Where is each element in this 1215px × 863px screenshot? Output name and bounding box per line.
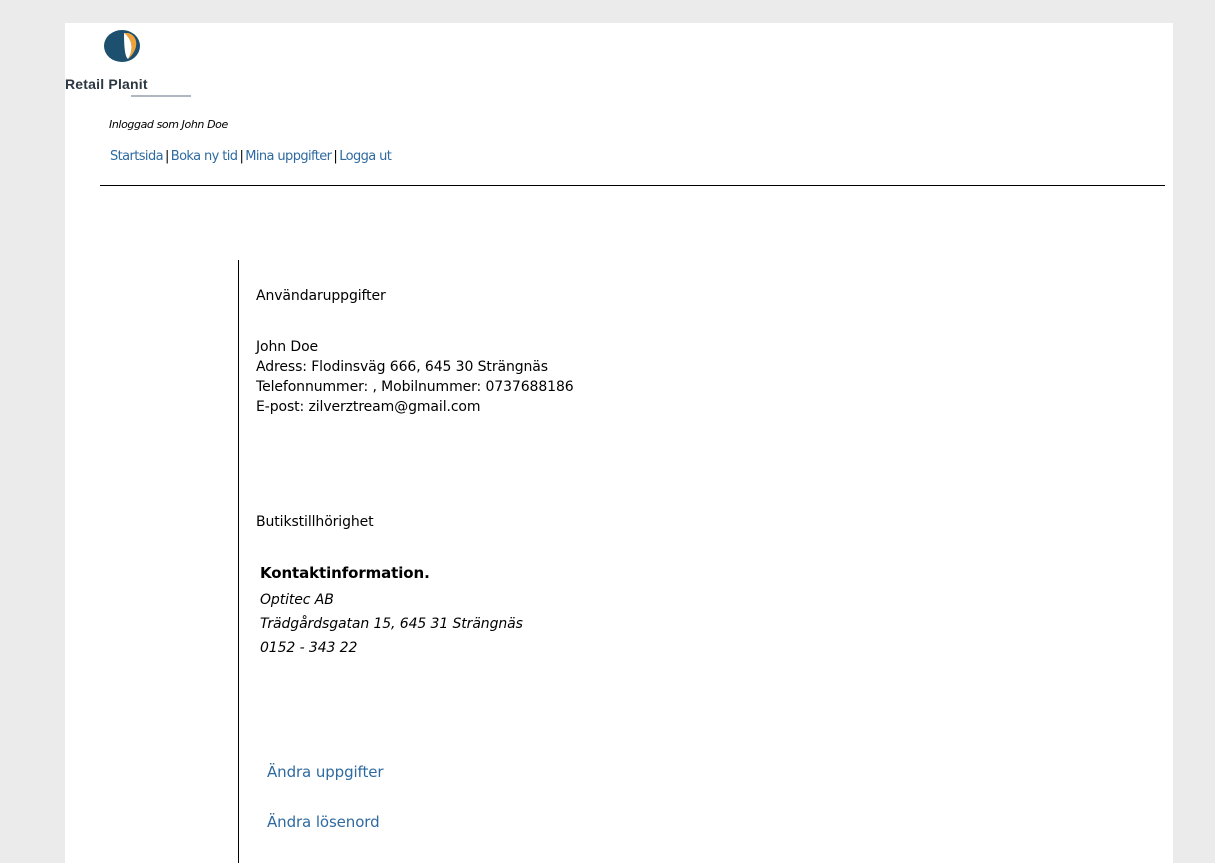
edit-details-link[interactable]: Ändra uppgifter bbox=[267, 763, 384, 781]
contact-heading: Kontaktinformation. bbox=[260, 564, 430, 582]
nav-link-startsida[interactable]: Startsida bbox=[110, 149, 164, 164]
content-left-border bbox=[238, 260, 239, 863]
user-email: E-post: zilverztream@gmail.com bbox=[256, 399, 481, 415]
logo-icon bbox=[104, 30, 140, 62]
user-details: John Doe Adress: Flodinsväg 666, 645 30 … bbox=[256, 337, 574, 417]
store-contact: Kontaktinformation. Optitec AB Trädgårds… bbox=[260, 564, 523, 660]
user-section-title: Användaruppgifter bbox=[256, 288, 386, 304]
user-phone: Telefonnummer: , Mobilnummer: 0737688186 bbox=[256, 379, 574, 395]
logo-text: Retail Planit bbox=[65, 76, 148, 92]
page-container: Retail Planit Inloggad som John Doe Star… bbox=[65, 23, 1173, 863]
nav-link-logga-ut[interactable]: Logga ut bbox=[339, 149, 392, 164]
store-phone: 0152 - 343 22 bbox=[260, 640, 358, 656]
brand-logo[interactable]: Retail Planit bbox=[65, 23, 205, 103]
nav-link-mina-uppgifter[interactable]: Mina uppgifter bbox=[245, 149, 332, 164]
user-name: John Doe bbox=[256, 339, 319, 355]
main-nav: Startsida | Boka ny tid | Mina uppgifter | Log… bbox=[110, 149, 392, 164]
nav-separator: | bbox=[333, 149, 338, 164]
header-divider bbox=[100, 185, 1165, 186]
change-password-link[interactable]: Ändra lösenord bbox=[267, 813, 380, 831]
user-address: Adress: Flodinsväg 666, 645 30 Strängnäs bbox=[256, 359, 548, 375]
store-address: Trädgårdsgatan 15, 645 31 Strängnäs bbox=[260, 616, 523, 632]
logo-tagline bbox=[131, 95, 191, 97]
nav-link-boka-ny-tid[interactable]: Boka ny tid bbox=[171, 149, 238, 164]
nav-separator: | bbox=[164, 149, 169, 164]
logged-in-status: Inloggad som John Doe bbox=[109, 118, 228, 131]
store-section-title: Butikstillhörighet bbox=[256, 514, 374, 530]
store-company: Optitec AB bbox=[260, 592, 334, 608]
nav-separator: | bbox=[239, 149, 244, 164]
